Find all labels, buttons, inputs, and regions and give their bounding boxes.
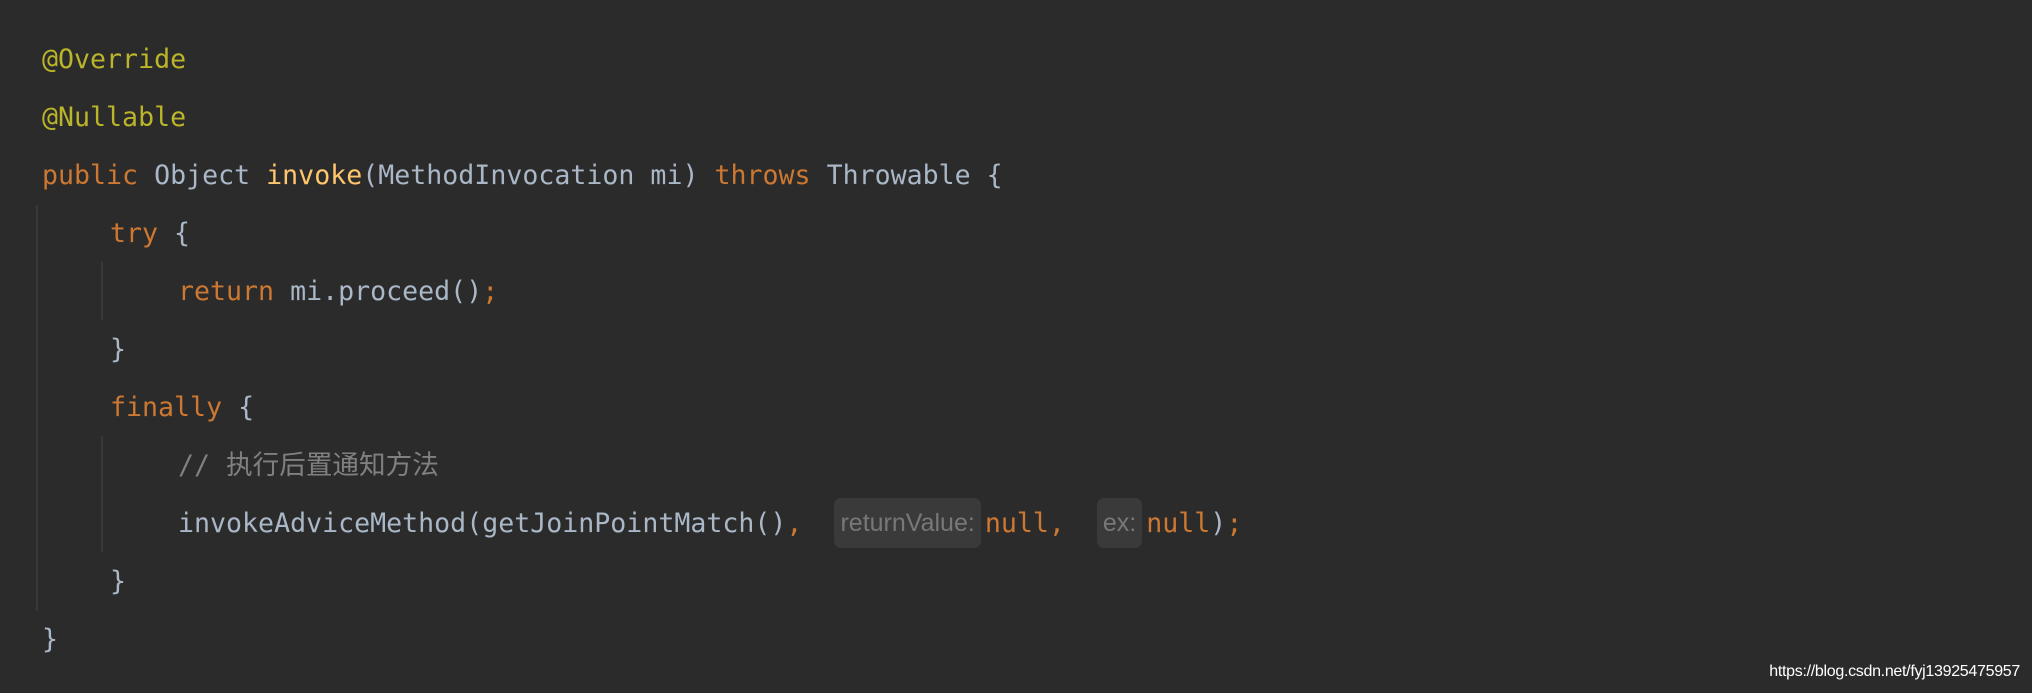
code-token: Object [154, 160, 267, 191]
code-token: { [174, 218, 191, 249]
code-token: null [1146, 508, 1211, 539]
code-token: (MethodInvocation mi) [362, 160, 715, 191]
code-token: public [42, 160, 155, 191]
parameter-hint: returnValue: [834, 497, 981, 548]
code-line[interactable]: try { [110, 205, 190, 263]
code-token: try [110, 218, 175, 249]
code-token: invoke [266, 160, 363, 191]
code-token: return [178, 276, 291, 307]
code-token: } [110, 566, 127, 597]
indent-guide [36, 205, 38, 611]
code-token: , [786, 508, 835, 539]
code-line[interactable]: } [110, 321, 126, 379]
code-line[interactable]: @Nullable [42, 89, 186, 147]
code-token: finally [110, 392, 239, 423]
code-line[interactable]: finally { [110, 379, 254, 437]
code-token: Throwable { [826, 160, 1003, 191]
code-token: ) [1210, 508, 1227, 539]
code-token: @Override [42, 44, 187, 75]
code-line[interactable]: } [110, 553, 126, 611]
code-token: mi.proceed() [290, 276, 483, 307]
code-token: ; [1226, 508, 1243, 539]
code-token: { [238, 392, 255, 423]
code-token: throws [714, 160, 827, 191]
code-token: } [42, 624, 59, 655]
code-line[interactable]: public Object invoke(MethodInvocation mi… [42, 147, 1003, 205]
code-token: // 执行后置通知方法 [178, 450, 439, 481]
code-line[interactable]: return mi.proceed(); [178, 263, 498, 321]
code-line[interactable]: invokeAdviceMethod(getJoinPointMatch(), … [178, 495, 1242, 553]
code-token: ; [482, 276, 499, 307]
code-token: null, [984, 508, 1097, 539]
code-line[interactable]: @Override [42, 31, 186, 89]
code-token: } [110, 334, 127, 365]
code-line[interactable]: } [42, 611, 58, 669]
code-token: invokeAdviceMethod(getJoinPointMatch() [178, 508, 787, 539]
code-token: @Nullable [42, 102, 187, 133]
watermark: https://blog.csdn.net/fyj13925475957 [1769, 663, 2020, 680]
code-line[interactable]: // 执行后置通知方法 [178, 437, 439, 495]
indent-guide [101, 262, 103, 320]
parameter-hint: ex: [1096, 497, 1143, 548]
indent-guide [101, 436, 103, 552]
